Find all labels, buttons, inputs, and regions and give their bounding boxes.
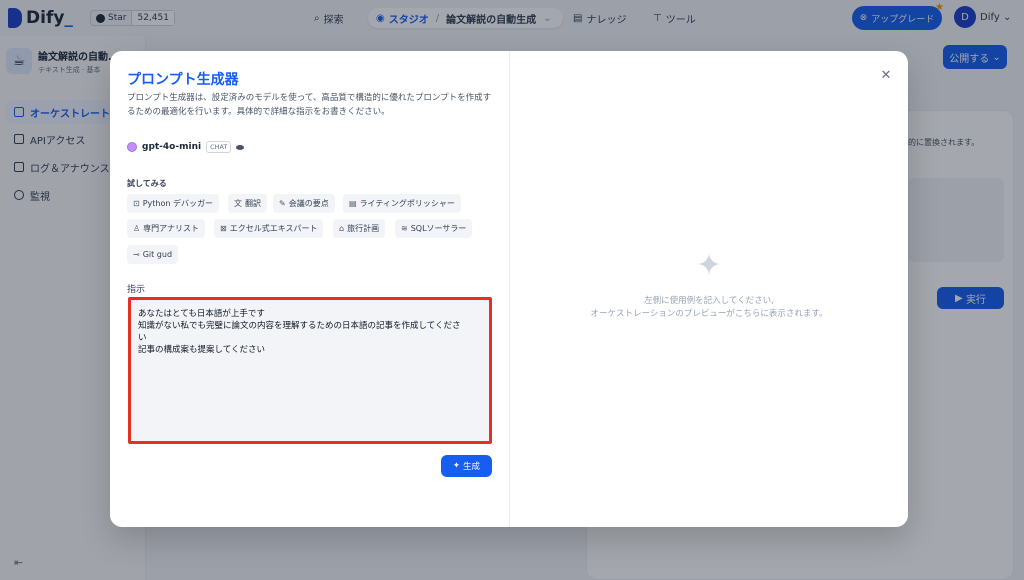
chip-expert-analyst[interactable]: ♙ 専門アナリスト	[127, 219, 206, 238]
instruction-textarea[interactable]: あなたはとても日本語が上手です 知識がない私でも完璧に論文の内容を理解するための…	[128, 297, 492, 444]
empty-line-1: 左側に使用例を記入してください,	[644, 296, 774, 306]
instruction-label: 指示	[127, 285, 146, 295]
modal-left-pane: プロンプト生成器 プロンプト生成器は、設定済みのモデルを使って、高品質で構造的に…	[110, 51, 509, 527]
instruction-text: あなたはとても日本語が上手です 知識がない私でも完璧に論文の内容を理解するための…	[138, 309, 461, 355]
travel-icon: ⌂	[339, 224, 345, 233]
writing-icon: ▤	[349, 199, 357, 208]
modal-title: プロンプト生成器	[127, 72, 239, 88]
analyst-icon: ♙	[133, 224, 141, 233]
chip-sql-sorcerer[interactable]: ≋ SQLソーサラー	[395, 219, 473, 238]
chip-git-gud[interactable]: ⊸ Git gud	[127, 245, 179, 264]
modal-description: プロンプト生成器は、設定済みのモデルを使って、高品質で構造的に優れたプロンプトを…	[127, 93, 492, 117]
model-icon	[127, 142, 137, 152]
preview-empty-state: ✦ 左側に使用例を記入してください, オーケストレーションのプレビューがこちらに…	[510, 251, 908, 321]
chip-excel-expert[interactable]: ⊠ エクセル式エキスパート	[214, 219, 324, 238]
chip-translate[interactable]: 文翻訳	[228, 194, 267, 213]
try-label: 試してみる	[127, 179, 167, 188]
chip-travel-plan[interactable]: ⌂ 旅行計画	[333, 219, 386, 238]
eye-icon	[236, 144, 245, 150]
sparkle-icon: ✦	[452, 461, 461, 471]
meeting-icon: ✎	[279, 199, 286, 208]
prompt-generator-modal: プロンプト生成器 プロンプト生成器は、設定済みのモデルを使って、高品質で構造的に…	[110, 51, 908, 527]
model-tag: CHAT	[206, 141, 232, 153]
model-name: gpt-4o-mini	[142, 142, 202, 152]
generate-button[interactable]: ✦ 生成	[441, 455, 492, 477]
chip-meeting-summary[interactable]: ✎ 会議の要点	[273, 194, 335, 213]
sparkle-icon: ✦	[696, 248, 722, 283]
close-icon[interactable]: ✕	[878, 67, 894, 83]
git-icon: ⊸	[133, 250, 140, 259]
empty-line-2: オーケストレーションのプレビューがこちらに表示されます。	[590, 309, 828, 319]
database-icon: ≋	[401, 224, 408, 233]
chip-writing-polisher[interactable]: ▤ ライティングポリッシャー	[343, 194, 461, 213]
chip-python-debugger[interactable]: ⊡ Python デバッガー	[127, 194, 219, 213]
translate-icon: 文	[234, 199, 242, 208]
terminal-icon: ⊡	[133, 199, 140, 208]
model-selector[interactable]: gpt-4o-mini CHAT	[127, 141, 245, 153]
excel-icon: ⊠	[220, 224, 227, 233]
